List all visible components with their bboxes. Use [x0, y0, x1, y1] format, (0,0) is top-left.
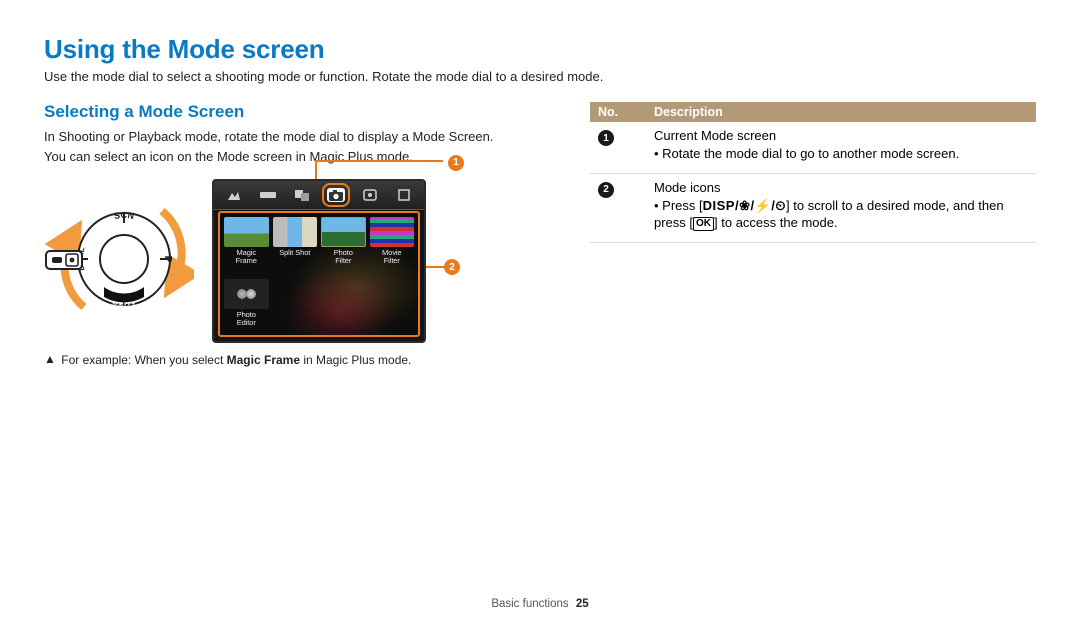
row-title: Mode icons	[654, 180, 1028, 195]
th-desc: Description	[646, 102, 1036, 122]
tile-label: PhotoEditor	[237, 311, 256, 327]
dial-label-p: P	[162, 256, 173, 263]
tile-thumb	[224, 279, 269, 309]
svg-text:SCN: SCN	[113, 210, 135, 221]
dial-label-scn: SCN	[113, 210, 135, 221]
tile-split-shot: Split Shot	[273, 217, 318, 275]
footer-page-number: 25	[576, 598, 589, 610]
ok-button-icon: OK	[693, 217, 714, 231]
mode-bar	[214, 181, 424, 210]
row-title: Current Mode screen	[654, 128, 1028, 143]
callout-1: 1	[448, 153, 464, 171]
page-title: Using the Mode screen	[44, 34, 1036, 65]
tile-photo-editor: PhotoEditor	[224, 279, 269, 337]
mode-icon-grid: MagicFrame Split Shot PhotoFilter MovieF…	[220, 213, 418, 335]
intro-text: Use the mode dial to select a shooting m…	[44, 69, 1036, 84]
camera-icon	[327, 188, 345, 202]
body-line-2: You can select an icon on the Mode scree…	[44, 148, 554, 166]
example-caption: ▲ For example: When you select Magic Fra…	[44, 353, 554, 367]
tile-thumb	[224, 217, 269, 247]
tile-label: MagicFrame	[236, 249, 257, 265]
nav-button-icons: DISP/❀/⚡/⏲	[703, 198, 786, 213]
callout-line	[426, 266, 444, 268]
footer-section: Basic functions	[491, 598, 568, 610]
tile-label: Split Shot	[279, 249, 310, 257]
auto-icon	[361, 188, 379, 202]
caption-bold: Magic Frame	[227, 353, 300, 367]
tile-label: MovieFilter	[382, 249, 402, 265]
row-number: 1	[598, 130, 614, 146]
bullet-after: ] to access the mode.	[714, 215, 838, 230]
camera-screen: MagicFrame Split Shot PhotoFilter MovieF…	[212, 179, 426, 343]
caption-prefix: For example: When you select	[61, 353, 226, 367]
mode-screen-figure: 1 MagicFrame Split S	[212, 179, 442, 343]
tile-movie-filter: MovieFilter	[370, 217, 415, 275]
triangle-bullet-icon: ▲	[44, 352, 56, 366]
svg-text:P: P	[162, 256, 173, 263]
tile-thumb	[321, 217, 366, 247]
row-bullet: Press [DISP/❀/⚡/⏲] to scroll to a desire…	[654, 197, 1028, 233]
mode-dial-figure: SCN P AUTO DUAL	[44, 179, 194, 339]
callout-2-number: 2	[444, 259, 460, 275]
caption-suffix: in Magic Plus mode.	[300, 353, 411, 367]
bullet-before: Press [	[662, 198, 702, 213]
mode-dial-svg: SCN P AUTO DUAL	[44, 179, 194, 339]
program-icon	[395, 188, 413, 202]
dual-icon	[293, 188, 311, 202]
callout-1-number: 1	[448, 155, 464, 171]
row-bullet: Rotate the mode dial to go to another mo…	[654, 145, 1028, 163]
table-row: 1 Current Mode screen Rotate the mode di…	[590, 122, 1036, 173]
tile-photo-filter: PhotoFilter	[321, 217, 366, 275]
tile-thumb	[273, 217, 318, 247]
tile-magic-frame: MagicFrame	[224, 217, 269, 275]
subheading: Selecting a Mode Screen	[44, 102, 554, 122]
table-row: 2 Mode icons Press [DISP/❀/⚡/⏲] to scrol…	[590, 173, 1036, 243]
th-no: No.	[590, 102, 646, 122]
row-number: 2	[598, 182, 614, 198]
tile-thumb	[370, 217, 415, 247]
callout-2: 2	[426, 259, 460, 275]
tile-label: PhotoFilter	[334, 249, 353, 265]
body-line-1: In Shooting or Playback mode, rotate the…	[44, 128, 554, 146]
page-footer: Basic functions 25	[0, 598, 1080, 610]
panorama-icon	[259, 188, 277, 202]
scene-icon	[225, 188, 243, 202]
description-table: No. Description 1 Current Mode screen Ro…	[590, 102, 1036, 243]
